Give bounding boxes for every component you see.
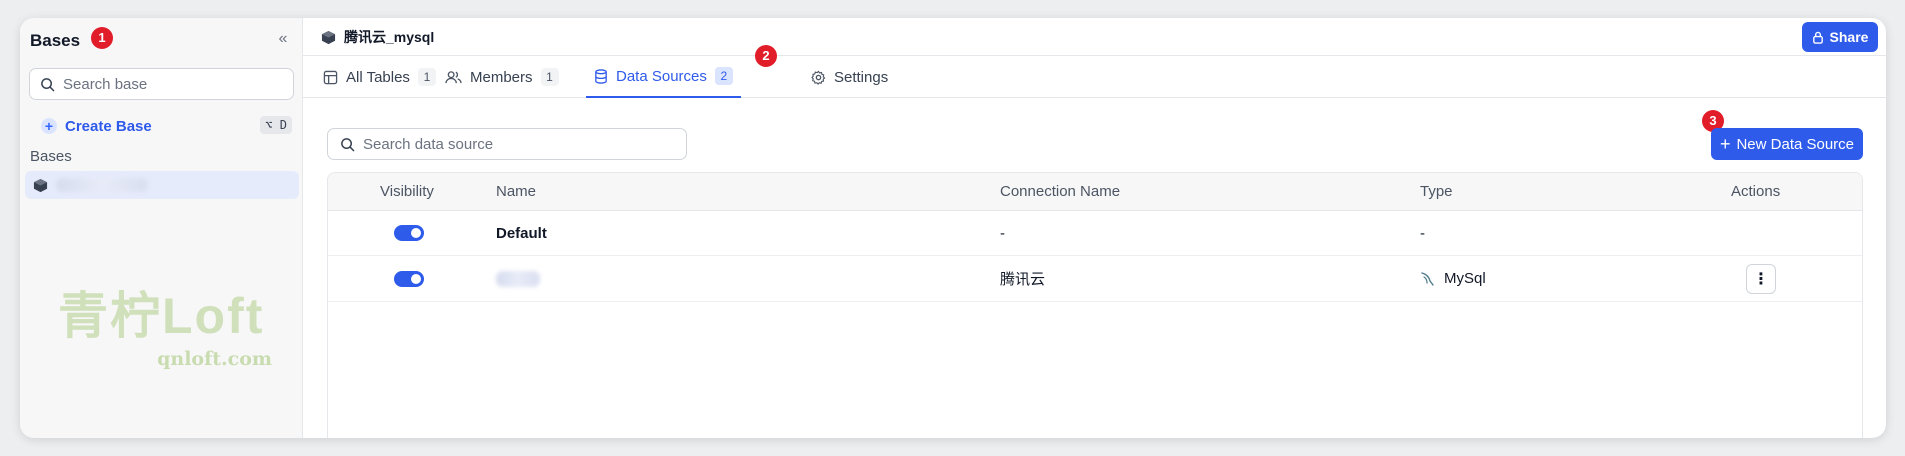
table-icon xyxy=(323,70,338,85)
watermark-logo: 青柠Loft qnloft.com xyxy=(58,288,298,378)
bases-section-label: Bases xyxy=(30,148,72,165)
watermark-sub: qnloft.com xyxy=(157,348,272,370)
sidebar-base-item[interactable] xyxy=(25,171,299,199)
source-type: - xyxy=(1420,224,1425,242)
sidebar: Bases « 1 + Create Base ⌥ D Bases 青柠Loft… xyxy=(20,18,303,438)
new-data-source-button[interactable]: + New Data Source xyxy=(1711,128,1863,160)
source-name: Default xyxy=(496,224,547,242)
tab-data-sources[interactable]: Data Sources 2 xyxy=(586,56,741,98)
app-window: Bases « 1 + Create Base ⌥ D Bases 青柠Loft… xyxy=(20,18,1886,438)
search-data-source-field[interactable] xyxy=(327,128,687,160)
source-type: MySql xyxy=(1444,270,1486,287)
create-base-button[interactable]: + Create Base xyxy=(41,116,152,136)
data-sources-table: Visibility Name Connection Name Type Act… xyxy=(327,172,1863,438)
annotation-badge-1: 1 xyxy=(91,27,113,49)
search-base-input[interactable] xyxy=(63,75,263,93)
search-icon xyxy=(341,137,355,151)
watermark-main: 青柠Loft xyxy=(58,288,265,344)
plus-icon: + xyxy=(1719,134,1731,154)
share-button[interactable]: Share xyxy=(1802,22,1878,52)
table-header: Visibility Name Connection Name Type Act… xyxy=(328,173,1862,211)
gear-icon xyxy=(811,70,826,85)
base-cube-icon xyxy=(33,178,48,192)
tab-label: All Tables xyxy=(346,68,410,86)
share-label: Share xyxy=(1829,29,1869,45)
main-panel: 腾讯云_mysql Share All Tables 1 Members 1 D… xyxy=(303,18,1886,438)
visibility-toggle[interactable] xyxy=(394,225,424,241)
base-name-text: 腾讯云_mysql xyxy=(344,29,435,45)
top-bar: 腾讯云_mysql Share xyxy=(303,18,1886,56)
create-base-label: Create Base xyxy=(65,117,152,135)
tab-settings[interactable]: Settings xyxy=(811,56,888,98)
annotation-badge-2: 2 xyxy=(755,45,777,67)
lock-icon xyxy=(1812,31,1823,44)
blurred-base-name xyxy=(56,178,148,192)
connection-name: - xyxy=(1000,224,1005,242)
users-icon xyxy=(445,70,462,85)
collapse-sidebar-icon[interactable]: « xyxy=(273,29,293,49)
create-base-shortcut: ⌥ D xyxy=(260,116,292,134)
tab-bar: All Tables 1 Members 1 Data Sources 2 Se… xyxy=(303,45,1886,98)
column-header-name: Name xyxy=(496,183,537,200)
connection-name: 腾讯云 xyxy=(1000,271,1046,288)
sidebar-header: Bases « xyxy=(30,29,293,53)
column-header-actions: Actions xyxy=(1731,183,1781,200)
search-icon xyxy=(41,77,55,91)
database-icon xyxy=(594,68,608,84)
source-type-cell: MySql xyxy=(1420,256,1486,301)
tab-label: Settings xyxy=(834,68,889,86)
mysql-dolphin-icon xyxy=(1421,271,1434,286)
column-header-connection: Connection Name xyxy=(1000,183,1121,200)
base-title: 腾讯云_mysql xyxy=(321,27,434,47)
tab-count: 2 xyxy=(714,67,733,85)
search-data-source-input[interactable] xyxy=(363,135,563,153)
tab-all-tables[interactable]: All Tables 1 xyxy=(323,56,436,98)
base-cube-icon xyxy=(321,30,336,44)
tab-members[interactable]: Members 1 xyxy=(445,56,559,98)
column-header-visibility: Visibility xyxy=(380,183,434,200)
visibility-toggle[interactable] xyxy=(394,270,424,287)
tab-count: 1 xyxy=(540,68,559,86)
tab-label: Data Sources xyxy=(616,67,707,85)
row-actions-button[interactable]: ⋮ xyxy=(1746,263,1776,294)
column-header-type: Type xyxy=(1420,183,1453,200)
table-row: 腾讯云 MySql ⋮ xyxy=(328,256,1862,302)
plus-circle-icon: + xyxy=(41,118,57,134)
search-base-field[interactable] xyxy=(29,68,294,100)
tab-count: 1 xyxy=(417,68,436,86)
tab-label: Members xyxy=(470,68,533,86)
table-row: Default - - xyxy=(328,211,1862,256)
sidebar-title: Bases xyxy=(30,31,81,50)
new-data-source-label: New Data Source xyxy=(1736,135,1855,153)
blurred-source-name xyxy=(496,270,540,287)
